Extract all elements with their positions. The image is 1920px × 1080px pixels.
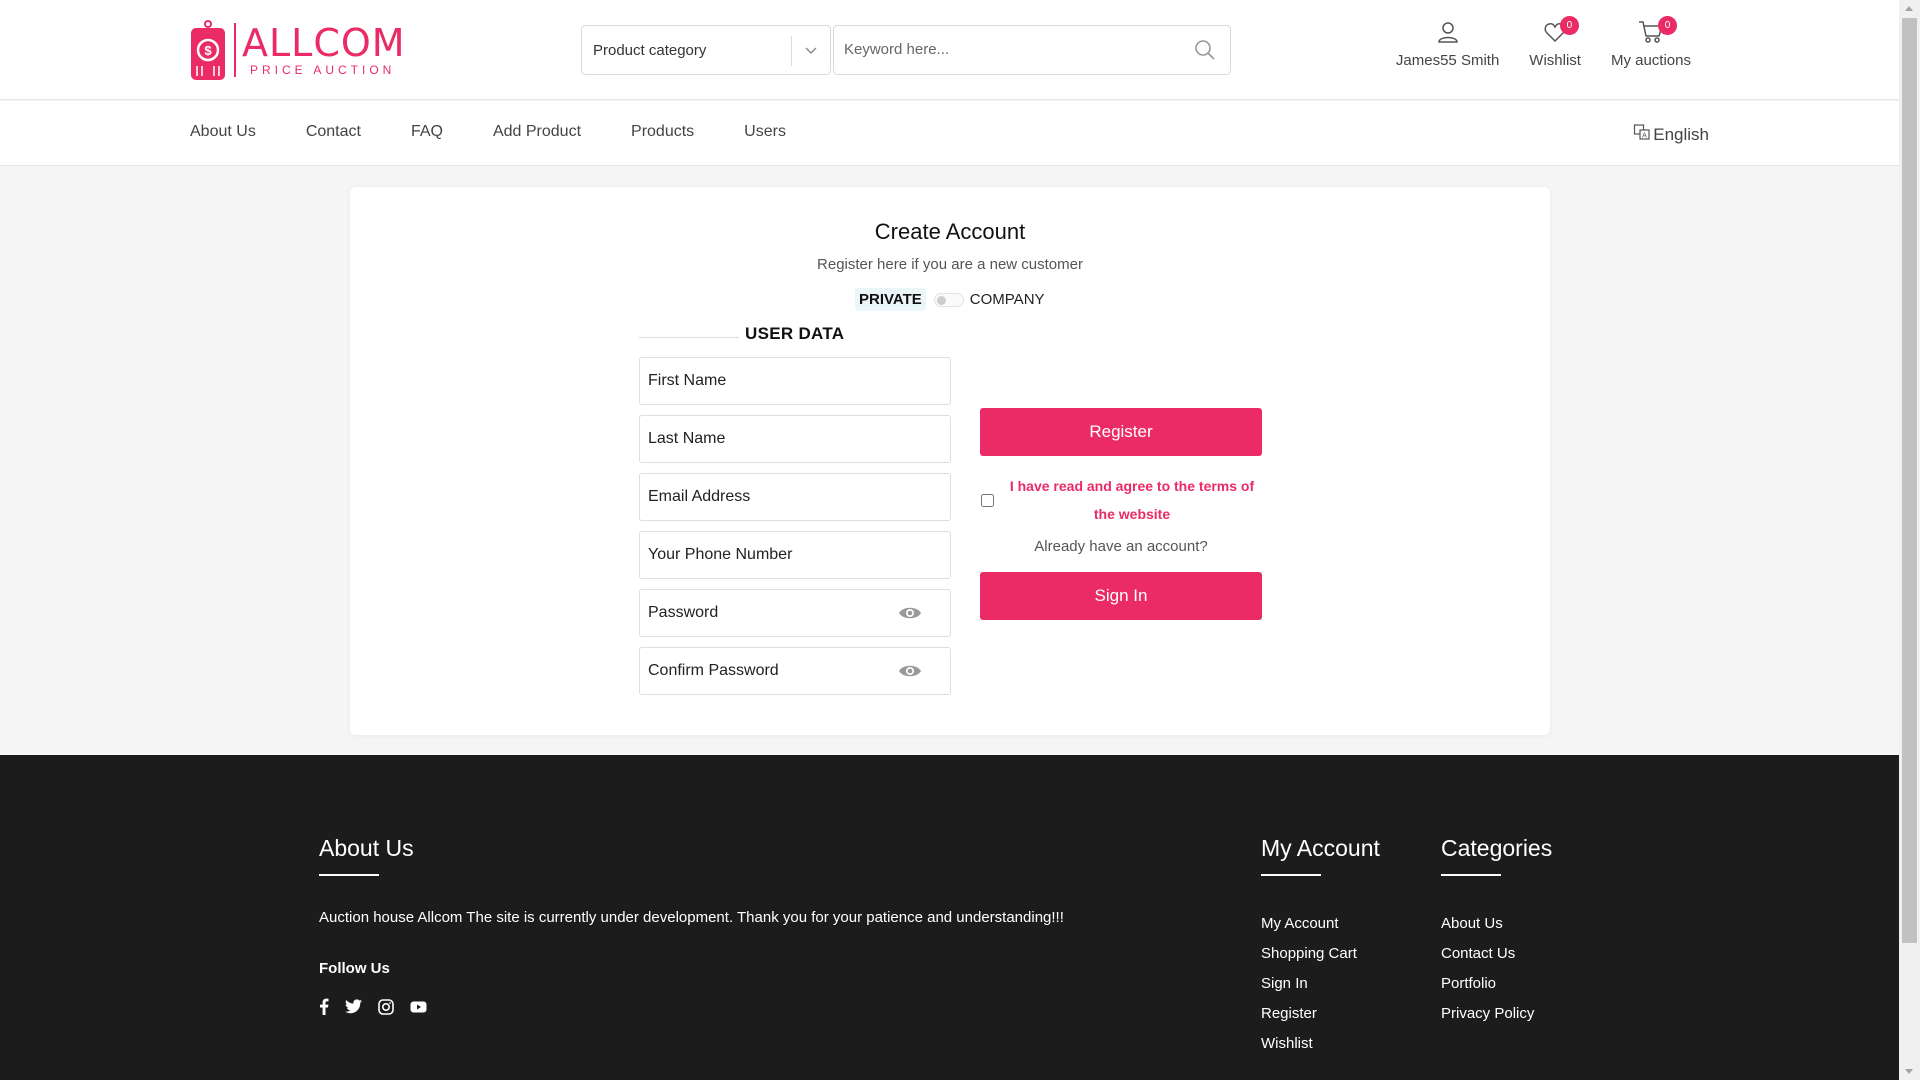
footer-link-sign-in[interactable]: Sign In [1261,969,1380,999]
search-bar: Product category [581,25,1231,75]
footer-account-title: My Account [1261,835,1380,861]
last-name-field [639,415,951,463]
terms-label[interactable]: I have read and agree to the terms of th… [1002,472,1262,528]
scroll-up-arrow-icon[interactable] [1905,6,1913,11]
site-footer: About Us Auction house Allcom The site i… [0,755,1899,1080]
footer-link-contact-us[interactable]: Contact Us [1441,939,1552,969]
translate-icon: A [1633,123,1651,146]
nav-contact[interactable]: Contact [306,123,361,141]
auctions-count-badge: 0 [1658,16,1677,35]
footer-link-register[interactable]: Register [1261,999,1380,1029]
heading-rule [639,337,739,338]
top-header: $ ALLCOM PRICE AUCTION Product category [0,0,1899,100]
svg-text:A: A [1642,133,1647,140]
phone-input[interactable] [640,532,950,578]
footer-link-portfolio[interactable]: Portfolio [1441,969,1552,999]
instagram-icon[interactable] [378,998,394,1020]
main-nav: About Us Contact FAQ Add Product Product… [0,101,1899,166]
brand-name: ALLCOM [242,21,406,65]
select-divider [791,36,792,66]
footer-link-my-account[interactable]: My Account [1261,909,1380,939]
phone-field [639,531,951,579]
user-name: James55 Smith [1395,52,1500,69]
svg-text:$: $ [204,43,212,58]
scrollbar-thumb[interactable] [1902,18,1917,943]
password-field [639,589,951,637]
chevron-down-icon [804,43,818,61]
page-scrollbar[interactable] [1899,0,1920,1080]
user-icon [1436,20,1460,52]
footer-link-wishlist[interactable]: Wishlist [1261,1029,1380,1059]
nav-users[interactable]: Users [744,123,786,141]
footer-link-about-us[interactable]: About Us [1441,909,1552,939]
brand-tagline: PRICE AUCTION [250,63,396,77]
price-tag-icon: $ [190,20,226,80]
category-links: About Us Contact Us Portfolio Privacy Po… [1441,909,1552,1029]
language-switcher[interactable]: A English [1633,123,1709,146]
email-field [639,473,951,521]
nav-add-product[interactable]: Add Product [493,123,581,141]
my-auctions-link[interactable]: 0 My auctions [1610,16,1691,69]
account-type-switch[interactable] [933,292,964,307]
account-type-toggle: PRIVATE COMPANY [855,288,1045,311]
brand-logo[interactable]: $ ALLCOM PRICE AUCTION [190,20,406,80]
sign-in-button[interactable]: Sign In [980,572,1262,620]
nav-about-us[interactable]: About Us [190,123,256,141]
footer-link-shopping-cart[interactable]: Shopping Cart [1261,939,1380,969]
youtube-icon[interactable] [410,1000,427,1018]
keyword-field [833,25,1231,75]
user-data-title: USER DATA [745,324,845,343]
auctions-label: My auctions [1610,52,1691,69]
eye-icon[interactable] [898,605,922,626]
title-underline [319,874,379,876]
switch-knob [936,295,946,305]
nav-products[interactable]: Products [631,123,694,141]
wishlist-count-badge: 0 [1559,16,1579,35]
first-name-input[interactable] [640,358,950,404]
user-account-link[interactable]: James55 Smith [1396,20,1499,69]
last-name-input[interactable] [640,416,950,462]
search-icon[interactable] [1194,39,1216,66]
footer-my-account: My Account My Account Shopping Cart Sign… [1261,835,1380,1059]
private-option[interactable]: PRIVATE [855,288,926,311]
follow-us-title: Follow Us [319,960,390,977]
create-account-card: Create Account Register here if you are … [350,187,1550,735]
register-button[interactable]: Register [980,408,1262,456]
confirm-password-field [639,647,951,695]
keyword-input[interactable] [834,26,1174,72]
wishlist-label: Wishlist [1529,52,1581,69]
email-input[interactable] [640,474,950,520]
social-links [319,998,1064,1020]
company-option[interactable]: COMPANY [970,291,1045,308]
footer-categories: Categories About Us Contact Us Portfolio… [1441,835,1552,1029]
page-subtitle: Register here if you are a new customer [817,256,1083,273]
scroll-down-arrow-icon[interactable] [1905,1069,1913,1074]
title-underline [1441,874,1501,876]
language-label: English [1653,124,1709,144]
title-underline [1261,874,1321,876]
terms-checkbox[interactable] [981,493,994,507]
footer-about-title: About Us [319,835,414,861]
category-select[interactable]: Product category [581,25,831,75]
already-have-account-text: Already have an account? [1034,538,1208,555]
footer-about: About Us Auction house Allcom The site i… [319,835,1064,1020]
nav-faq[interactable]: FAQ [411,123,443,141]
first-name-field [639,357,951,405]
footer-about-text: Auction house Allcom The site is current… [319,909,1064,926]
footer-link-privacy-policy[interactable]: Privacy Policy [1441,999,1552,1029]
wishlist-link[interactable]: 0 Wishlist [1529,16,1581,69]
account-links: My Account Shopping Cart Sign In Registe… [1261,909,1380,1059]
category-select-label: Product category [593,41,707,59]
footer-categories-title: Categories [1441,835,1553,861]
user-data-heading: USER DATA [639,324,951,348]
terms-agreement: I have read and agree to the terms of th… [980,472,1270,528]
header-actions: James55 Smith 0 Wishlist 0 My auctions [1396,16,1691,69]
eye-icon[interactable] [898,663,922,684]
page-title: Create Account [874,219,1026,244]
twitter-icon[interactable] [345,999,362,1019]
facebook-icon[interactable] [319,998,329,1020]
nav-links: About Us Contact FAQ Add Product Product… [190,123,786,141]
logo-wordmark: ALLCOM PRICE AUCTION [234,23,406,77]
